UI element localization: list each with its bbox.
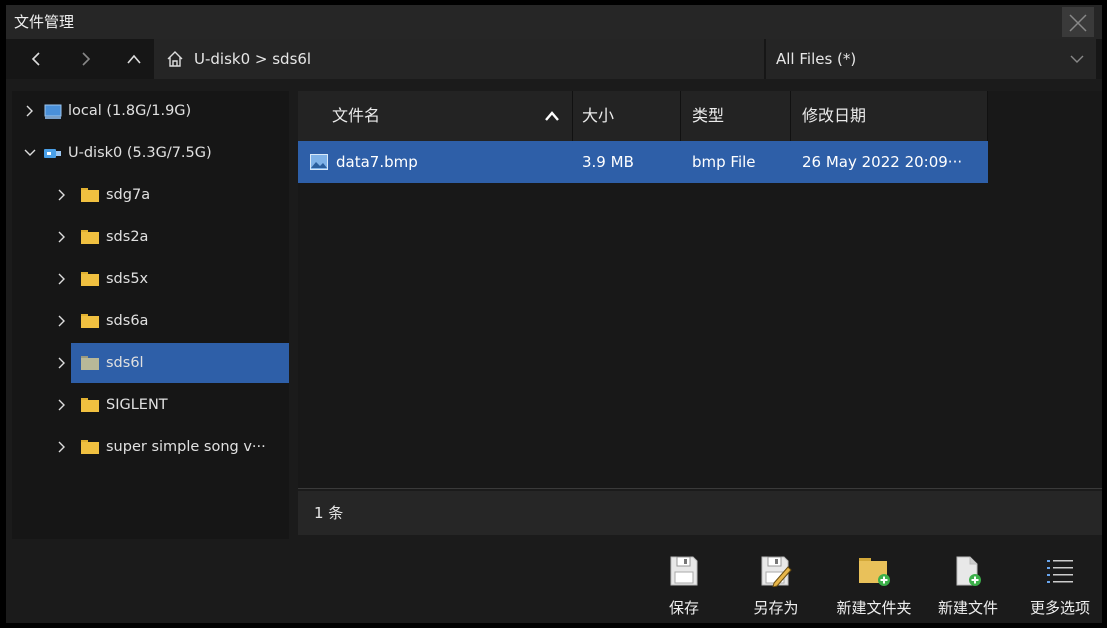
folder-icon — [81, 188, 99, 202]
home-icon[interactable] — [166, 50, 184, 68]
usb-icon — [44, 149, 61, 158]
folder-icon — [81, 398, 99, 412]
back-button[interactable] — [18, 39, 54, 79]
up-button[interactable] — [116, 39, 152, 79]
drive-icon — [44, 104, 62, 119]
selected-highlight — [71, 343, 289, 383]
tree-item-sds2a[interactable]: sds2a — [12, 217, 289, 257]
tree-item-label: local (1.8G/1.9G) — [68, 103, 192, 119]
title-bar: 文件管理 — [6, 5, 1102, 39]
column-divider — [987, 91, 988, 141]
close-icon — [1069, 14, 1087, 32]
column-header-name[interactable]: 文件名 — [332, 91, 380, 141]
save-as-label: 另存为 — [753, 599, 799, 617]
file-manager-window: 文件管理 U-disk0 > sds6l All Files (*) local… — [6, 5, 1102, 623]
file-type-filter[interactable]: All Files (*) — [766, 39, 1096, 79]
folder-icon — [81, 272, 99, 286]
chevron-right-icon[interactable] — [26, 91, 40, 131]
forward-icon — [82, 52, 91, 66]
new-folder-button[interactable]: 新建文件夹 — [836, 553, 912, 623]
chevron-right-icon[interactable] — [58, 259, 72, 299]
folder-icon — [81, 314, 99, 328]
tree-item-label: sds6a — [106, 313, 149, 329]
table-row[interactable]: data7.bmp 3.9 MB bmp File 26 May 2022 20… — [298, 141, 988, 183]
folder-icon — [81, 440, 99, 454]
tree-item-local[interactable]: local (1.8G/1.9G) — [12, 91, 289, 131]
cell-file-type: bmp File — [692, 153, 756, 171]
save-as-button[interactable]: 另存为 — [744, 553, 808, 623]
file-table: 文件名 大小 类型 修改日期 data7.bmp 3.9 MB bmp File… — [298, 91, 1102, 489]
chevron-down-icon — [1070, 55, 1084, 63]
tree-item-label: super simple song v··· — [106, 439, 266, 455]
tree-item-label: sds6l — [106, 355, 144, 371]
column-divider — [680, 91, 681, 141]
cell-file-name: data7.bmp — [336, 153, 418, 171]
folder-tree: local (1.8G/1.9G) U-disk0 (5.3G/7.5G) sd… — [12, 91, 289, 539]
tree-item-sds6a[interactable]: sds6a — [12, 301, 289, 341]
folder-icon — [81, 356, 99, 370]
tree-item-sds5x[interactable]: sds5x — [12, 259, 289, 299]
chevron-right-icon[interactable] — [58, 427, 72, 467]
new-folder-icon — [859, 558, 890, 586]
cell-file-size: 3.9 MB — [582, 153, 634, 171]
tree-item-super-simple-song[interactable]: super simple song v··· — [12, 427, 289, 467]
column-header-modified[interactable]: 修改日期 — [802, 91, 866, 141]
more-options-button[interactable]: 更多选项 — [1028, 553, 1092, 623]
more-options-label: 更多选项 — [1029, 599, 1090, 617]
tree-item-label: sdg7a — [106, 187, 151, 203]
save-label: 保存 — [668, 599, 699, 617]
tree-item-siglent[interactable]: SIGLENT — [12, 385, 289, 425]
chevron-right-icon[interactable] — [58, 301, 72, 341]
new-folder-label: 新建文件夹 — [836, 599, 912, 617]
new-file-icon — [956, 556, 981, 586]
chevron-right-icon[interactable] — [58, 385, 72, 425]
save-icon — [670, 556, 698, 586]
save-as-icon — [761, 556, 792, 587]
cell-modified-date: 26 May 2022 20:09··· — [802, 153, 963, 171]
folder-icon — [81, 230, 99, 244]
item-count: 1 条 — [314, 504, 344, 522]
filter-dropdown-button[interactable] — [1058, 39, 1096, 79]
column-divider — [790, 91, 791, 141]
chevron-down-icon[interactable] — [24, 133, 38, 173]
chevron-right-icon[interactable] — [58, 175, 72, 215]
filter-value: All Files (*) — [776, 50, 857, 68]
close-button[interactable] — [1062, 7, 1094, 37]
tree-item-label: sds2a — [106, 229, 149, 245]
tree-item-sds6l[interactable]: sds6l — [12, 343, 289, 383]
new-file-button[interactable]: 新建文件 — [936, 553, 1000, 623]
tree-item-sdg7a[interactable]: sdg7a — [12, 175, 289, 215]
up-icon — [127, 54, 141, 64]
list-menu-icon — [1047, 560, 1073, 583]
tree-item-udisk0[interactable]: U-disk0 (5.3G/7.5G) — [12, 133, 289, 173]
sort-ascending-icon[interactable] — [544, 111, 560, 121]
column-divider — [572, 91, 573, 141]
chevron-right-icon[interactable] — [58, 343, 72, 383]
image-file-icon — [310, 154, 328, 170]
forward-button[interactable] — [68, 39, 104, 79]
new-file-label: 新建文件 — [937, 599, 998, 617]
column-header-type[interactable]: 类型 — [692, 91, 724, 141]
back-icon — [31, 52, 40, 66]
table-header: 文件名 大小 类型 修改日期 — [298, 91, 988, 141]
save-button[interactable]: 保存 — [652, 553, 716, 623]
tree-item-label: sds5x — [106, 271, 149, 287]
chevron-right-icon[interactable] — [58, 217, 72, 257]
tree-item-label: U-disk0 (5.3G/7.5G) — [68, 145, 212, 161]
path-bar[interactable]: U-disk0 > sds6l — [154, 39, 764, 79]
tree-item-label: SIGLENT — [106, 397, 168, 413]
window-title: 文件管理 — [14, 13, 75, 31]
column-header-size[interactable]: 大小 — [582, 91, 614, 141]
status-bar: 1 条 — [298, 491, 1102, 535]
breadcrumb[interactable]: U-disk0 > sds6l — [194, 39, 311, 79]
